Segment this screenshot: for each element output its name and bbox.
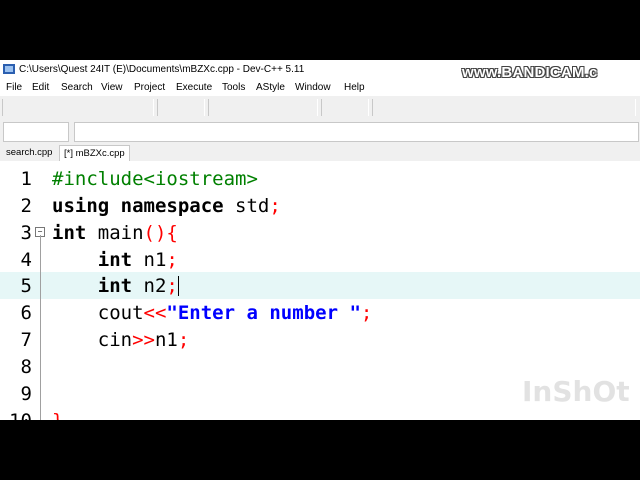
keyword-token: int — [97, 275, 133, 297]
toolbar-group-edit[interactable] — [157, 99, 205, 116]
keyword-token: using — [52, 195, 110, 217]
main-toolbar — [0, 96, 640, 120]
compiler-select[interactable] — [3, 122, 69, 142]
title-bar: C:\Users\Quest 24IT (E)\Documents\mBZXc.… — [0, 60, 640, 81]
menu-astyle[interactable]: AStyle — [256, 82, 285, 93]
fold-guide-line — [40, 235, 41, 420]
line-number: 6 — [20, 302, 32, 324]
line-number: 10 — [0, 410, 32, 420]
menu-execute[interactable]: Execute — [176, 82, 212, 93]
menu-help[interactable]: Help — [344, 82, 365, 93]
symbol-token: << — [143, 302, 167, 324]
tab-search-cpp[interactable]: search.cpp — [2, 145, 56, 161]
symbol-token: ; — [166, 275, 178, 297]
toolbar-group-file[interactable] — [2, 99, 154, 116]
symbol-token: } — [52, 410, 63, 420]
code-line[interactable]: 7 cin>>n1; — [0, 326, 640, 353]
code-line[interactable]: 2 using namespace std; — [0, 192, 640, 219]
menu-tools[interactable]: Tools — [222, 82, 245, 93]
toolbar-group-debug[interactable] — [321, 99, 369, 116]
code-line[interactable]: 4 int n1; — [0, 246, 640, 273]
menu-window[interactable]: Window — [295, 82, 331, 93]
menu-view[interactable]: View — [101, 82, 123, 93]
preprocessor-token: #include<iostream> — [52, 168, 258, 190]
code-text: #include<iostream> — [52, 168, 258, 190]
inshot-watermark: InShOt — [522, 375, 630, 408]
code-text: int n2; — [52, 275, 179, 297]
line-number: 1 — [20, 168, 32, 190]
window-title: C:\Users\Quest 24IT (E)\Documents\mBZXc.… — [19, 64, 305, 75]
line-number: 4 — [20, 249, 32, 271]
menu-edit[interactable]: Edit — [32, 82, 49, 93]
code-text: using namespace std; — [52, 195, 281, 217]
line-number: 9 — [20, 383, 32, 405]
symbol-token: (){ — [143, 222, 178, 244]
line-number: 7 — [20, 329, 32, 351]
editor-tab-bar: search.cpp [*] mBZXc.cpp — [0, 143, 640, 161]
code-line[interactable]: 10 } — [0, 407, 640, 420]
code-text: int n1; — [52, 249, 178, 271]
string-token: "Enter a number " — [166, 302, 361, 324]
keyword-token: namespace — [120, 195, 224, 217]
identifier-token: main — [86, 222, 144, 244]
line-number: 2 — [20, 195, 32, 217]
identifier-token: n1 — [132, 249, 167, 271]
identifier-token: n2 — [132, 275, 167, 297]
code-line[interactable]: 3 − int main(){ — [0, 219, 640, 246]
dev-cpp-app-icon — [3, 64, 15, 74]
symbol-token: ; — [166, 249, 178, 271]
code-text: cout<<"Enter a number "; — [52, 302, 373, 324]
line-number: 8 — [20, 356, 32, 378]
menu-bar: File Edit Search View Project Execute To… — [0, 79, 640, 96]
keyword-token: int — [52, 222, 87, 244]
code-text: int main(){ — [52, 222, 178, 244]
symbol-token: ; — [269, 195, 281, 217]
code-text: } — [52, 410, 63, 420]
secondary-toolbar — [0, 120, 640, 143]
menu-project[interactable]: Project — [134, 82, 165, 93]
menu-search[interactable]: Search — [61, 82, 93, 93]
symbol-token: >> — [132, 329, 155, 351]
identifier-token: cin — [97, 329, 133, 351]
tab-mbzxc-cpp[interactable]: [*] mBZXc.cpp — [59, 145, 130, 161]
identifier-token: std — [223, 195, 270, 217]
code-text: cin>>n1; — [52, 329, 190, 351]
symbol-token: ; — [360, 302, 373, 324]
code-line-current[interactable]: 5 int n2; — [0, 272, 640, 299]
identifier-token: cout — [97, 302, 144, 324]
dev-cpp-window: C:\Users\Quest 24IT (E)\Documents\mBZXc.… — [0, 60, 640, 420]
toolbar-group-compile[interactable] — [208, 99, 318, 116]
line-number: 3 — [20, 222, 32, 244]
toolbar-group-misc[interactable] — [372, 99, 636, 116]
symbol-token: ; — [177, 329, 190, 351]
code-line[interactable]: 1 #include<iostream> — [0, 165, 640, 192]
code-line[interactable]: 6 cout<<"Enter a number "; — [0, 299, 640, 326]
identifier-token: n1 — [154, 329, 178, 351]
class-browser-select[interactable] — [74, 122, 639, 142]
line-number: 5 — [20, 275, 32, 297]
menu-file[interactable]: File — [6, 82, 22, 93]
keyword-token: int — [97, 249, 133, 271]
text-caret — [177, 276, 179, 296]
